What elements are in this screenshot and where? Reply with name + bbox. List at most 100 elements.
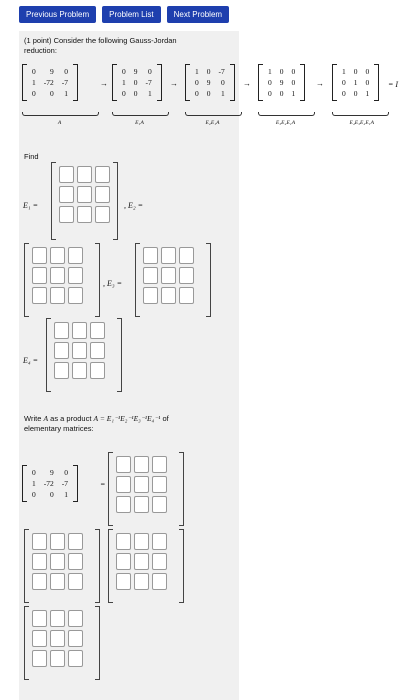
p4-cell-input[interactable]	[68, 650, 83, 667]
problem-list-button[interactable]: Problem List	[102, 6, 161, 23]
e3-cell-input[interactable]	[143, 267, 158, 284]
e3-label: , E₃ =	[103, 279, 123, 288]
underbrace	[112, 112, 169, 116]
e2-cell-input[interactable]	[68, 287, 83, 304]
matrix-entry: 0	[342, 78, 346, 87]
p1-cell-input[interactable]	[134, 476, 149, 493]
p2-cell-input[interactable]	[32, 533, 47, 550]
e1-cell-input[interactable]	[59, 166, 74, 183]
p4-cell-input[interactable]	[68, 630, 83, 647]
e1-cell-input[interactable]	[59, 186, 74, 203]
matrix-entry: -7	[218, 67, 225, 76]
matrix-entry: 0	[291, 67, 296, 76]
p2-cell-input[interactable]	[68, 573, 83, 590]
reduction-arrow: →	[316, 79, 324, 88]
p1-cell-input[interactable]	[134, 456, 149, 473]
e4-cell-input[interactable]	[90, 342, 105, 359]
p4-cell-input[interactable]	[32, 630, 47, 647]
e4-cell-input[interactable]	[54, 362, 69, 379]
previous-problem-button[interactable]: Previous Problem	[19, 6, 97, 23]
e3-cell-input[interactable]	[179, 267, 194, 284]
e2-cell-input[interactable]	[68, 247, 83, 264]
e2-matrix-input	[24, 243, 100, 317]
next-problem-button[interactable]: Next Problem	[166, 6, 230, 23]
e2-cell-input[interactable]	[32, 267, 47, 284]
p1-cell-input[interactable]	[152, 496, 167, 513]
e1-cell-input[interactable]	[77, 186, 92, 203]
e4-cell-input[interactable]	[54, 322, 69, 339]
e2-label: , E₂ =	[124, 201, 144, 210]
e2-cell-input[interactable]	[68, 267, 83, 284]
matrix-entry: 0	[365, 67, 370, 76]
matrix-entry: 1	[32, 479, 36, 488]
p2-cell-input[interactable]	[50, 533, 65, 550]
p2-cell-input[interactable]	[32, 573, 47, 590]
p3-cell-input[interactable]	[116, 553, 131, 570]
product-formula: A = E₁⁻¹E₂⁻¹E₃⁻¹E₄⁻¹	[93, 414, 161, 423]
matrix-entry: 0	[133, 78, 138, 87]
p3-cell-input[interactable]	[134, 553, 149, 570]
e3-cell-input[interactable]	[143, 247, 158, 264]
write-pre-text: Write	[24, 414, 42, 423]
p4-cell-input[interactable]	[32, 650, 47, 667]
p3-cell-input[interactable]	[116, 533, 131, 550]
e4-cell-input[interactable]	[54, 342, 69, 359]
p3-cell-input[interactable]	[152, 533, 167, 550]
p2-cell-input[interactable]	[50, 553, 65, 570]
e1-cell-input[interactable]	[77, 166, 92, 183]
e1-cell-input[interactable]	[59, 206, 74, 223]
p3-cell-input[interactable]	[134, 573, 149, 590]
p2-cell-input[interactable]	[68, 553, 83, 570]
p1-cell-input[interactable]	[116, 456, 131, 473]
matrix-entry: 0	[221, 78, 225, 87]
e3-cell-input[interactable]	[161, 287, 176, 304]
e4-cell-input[interactable]	[72, 322, 87, 339]
p1-cell-input[interactable]	[152, 476, 167, 493]
e4-cell-input[interactable]	[90, 322, 105, 339]
p2-cell-input[interactable]	[68, 533, 83, 550]
matrix-entry: 0	[122, 89, 126, 98]
e2-cell-input[interactable]	[32, 247, 47, 264]
p4-cell-input[interactable]	[50, 650, 65, 667]
inverse-e3-input	[108, 529, 184, 603]
p4-cell-input[interactable]	[68, 610, 83, 627]
e3-cell-input[interactable]	[161, 247, 176, 264]
matrix-entry: 1	[195, 67, 199, 76]
matrix-entry: 0	[148, 67, 152, 76]
p4-cell-input[interactable]	[50, 630, 65, 647]
p1-cell-input[interactable]	[116, 496, 131, 513]
p4-cell-input[interactable]	[32, 610, 47, 627]
matrix-entry: 0	[365, 78, 370, 87]
p4-cell-input[interactable]	[50, 610, 65, 627]
e3-cell-input[interactable]	[143, 287, 158, 304]
write-a-symbol: A	[43, 414, 49, 423]
e4-cell-input[interactable]	[90, 362, 105, 379]
e2-cell-input[interactable]	[32, 287, 47, 304]
p1-cell-input[interactable]	[152, 456, 167, 473]
e1-cell-input[interactable]	[95, 206, 110, 223]
e1-cell-input[interactable]	[95, 166, 110, 183]
p3-cell-input[interactable]	[116, 573, 131, 590]
p2-cell-input[interactable]	[32, 553, 47, 570]
underbrace-label: E₂E₁A	[205, 120, 220, 126]
reduction-matrix-0: 0 9 0 1 -72 -7 0 0 1	[22, 64, 78, 101]
p3-cell-input[interactable]	[152, 573, 167, 590]
p3-cell-input[interactable]	[134, 533, 149, 550]
p3-cell-input[interactable]	[152, 553, 167, 570]
e3-cell-input[interactable]	[179, 287, 194, 304]
e2-cell-input[interactable]	[50, 287, 65, 304]
e4-cell-input[interactable]	[72, 362, 87, 379]
p1-cell-input[interactable]	[116, 476, 131, 493]
inverse-e1-input	[108, 452, 184, 526]
e2-cell-input[interactable]	[50, 247, 65, 264]
e4-cell-input[interactable]	[72, 342, 87, 359]
matrix-entry: 0	[195, 89, 199, 98]
e2-cell-input[interactable]	[50, 267, 65, 284]
e3-cell-input[interactable]	[179, 247, 194, 264]
e1-cell-input[interactable]	[77, 206, 92, 223]
e3-cell-input[interactable]	[161, 267, 176, 284]
p1-cell-input[interactable]	[134, 496, 149, 513]
e1-cell-input[interactable]	[95, 186, 110, 203]
p2-cell-input[interactable]	[50, 573, 65, 590]
reduction-arrow: →	[100, 79, 108, 88]
